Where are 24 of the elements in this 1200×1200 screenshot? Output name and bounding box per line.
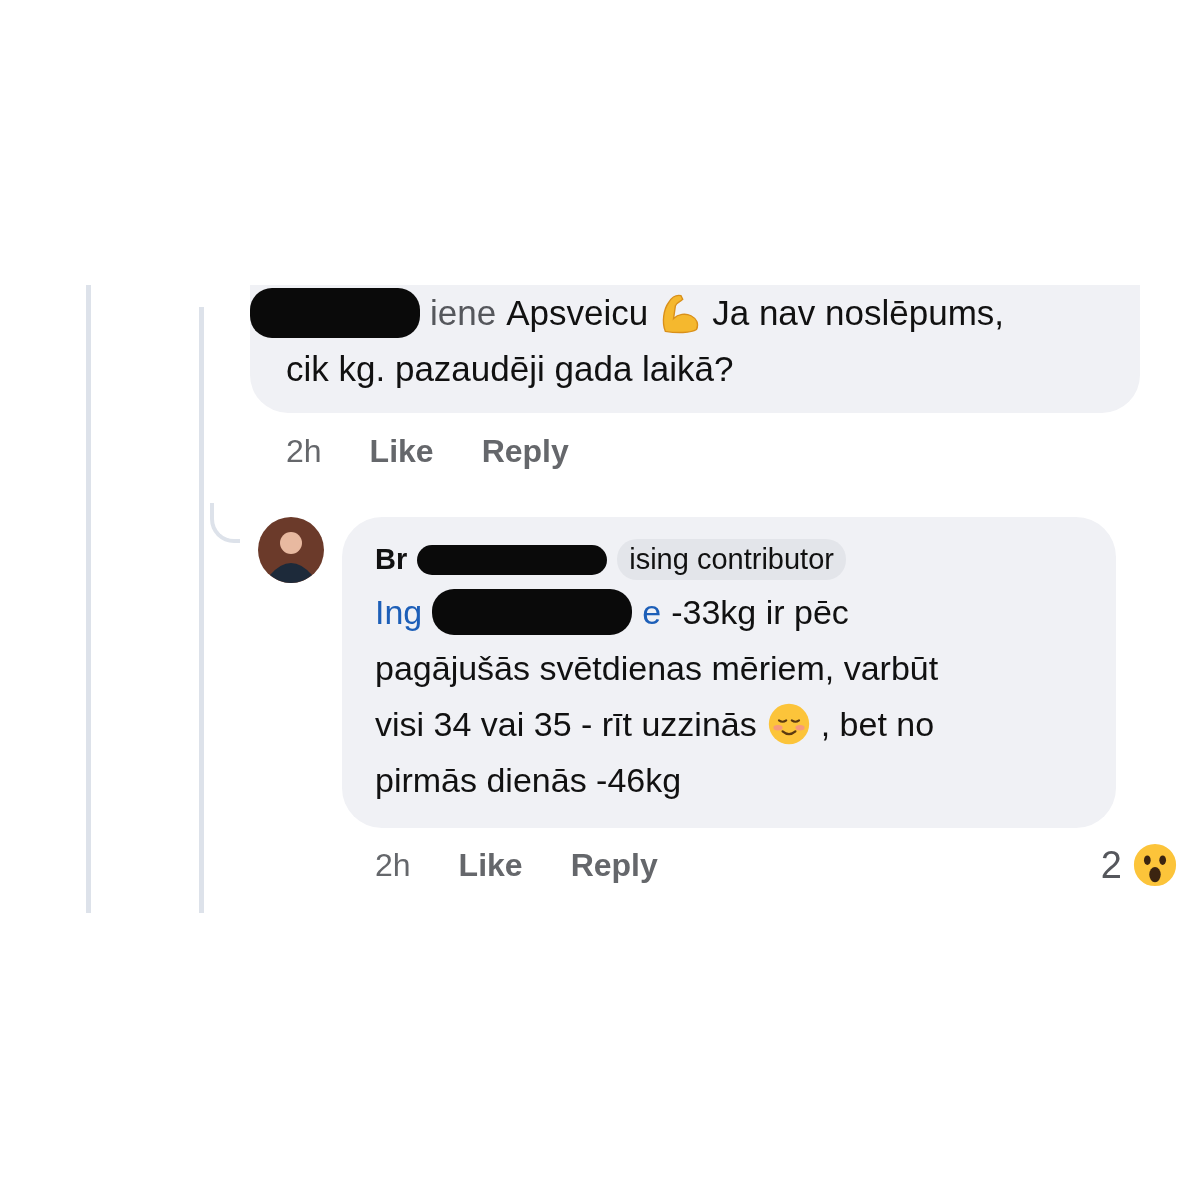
comment-action[interactable]: Reply <box>481 432 569 470</box>
comment-text: Ja nav noslēpums, <box>712 292 1005 334</box>
comment-action[interactable]: Like <box>458 846 523 884</box>
mention-link[interactable]: e <box>642 592 662 632</box>
thread-connector <box>210 503 240 543</box>
comment-action[interactable]: Like <box>369 432 434 470</box>
mention-link[interactable]: iene <box>430 285 497 341</box>
comment-text: Apsveicu <box>506 292 649 334</box>
author-name[interactable]: Br <box>375 543 408 576</box>
surprised-face-icon[interactable] <box>1132 842 1178 888</box>
mention-link[interactable]: Ing <box>375 592 423 632</box>
reaction-count[interactable]: 2 <box>1100 843 1122 887</box>
smiling-face-icon <box>766 702 811 746</box>
comment-action[interactable]: Reply <box>570 846 658 884</box>
comment-text: pirmās dienās -46kg <box>375 760 682 800</box>
contributor-badge: ising contributor <box>617 539 846 580</box>
comment-text: -33kg ir pēc <box>671 592 849 632</box>
avatar[interactable] <box>258 517 324 583</box>
comment-text: cik kg. pazaudēji gada laikā? <box>286 348 734 390</box>
comment-time: 2h <box>286 432 322 470</box>
comment-text: , bet no <box>820 704 935 744</box>
comment-text: pagājušās svētdienas mēriem, varbūt <box>375 648 939 688</box>
comment-text: visi 34 vai 35 - rīt uzzinās <box>375 704 757 744</box>
comment-time: 2h <box>375 846 411 884</box>
